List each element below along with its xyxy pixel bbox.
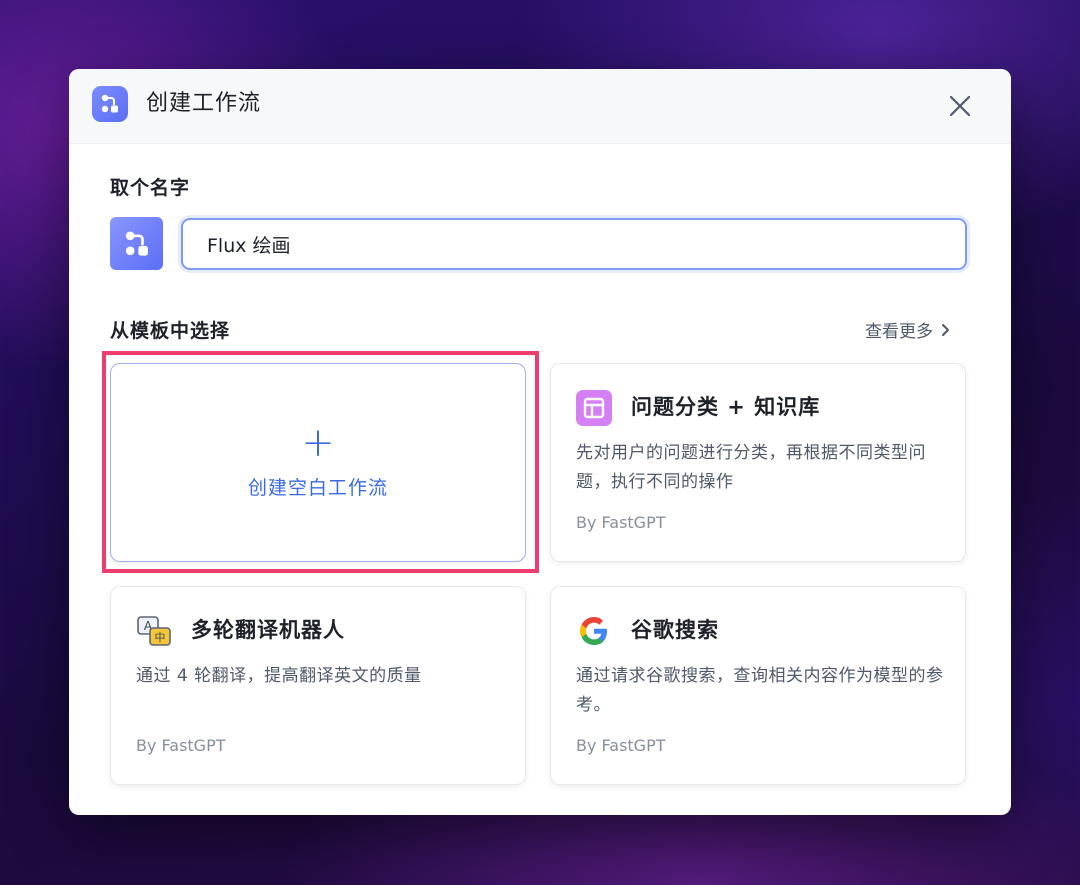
dialog-title: 创建工作流 (146, 91, 262, 116)
template-author: By FastGPT (136, 736, 226, 755)
translate-icon: A 中 (136, 613, 172, 649)
plus-icon: + (301, 420, 335, 466)
chevron-right-icon (942, 323, 949, 336)
close-button[interactable] (943, 89, 977, 123)
close-icon (949, 95, 971, 117)
template-card-google-search[interactable]: 谷歌搜索 通过请求谷歌搜索，查询相关内容作为模型的参考。 By FastGPT (550, 586, 966, 785)
create-blank-workflow-label: 创建空白工作流 (247, 477, 388, 499)
template-section-label: 从模板中选择 (110, 320, 231, 342)
template-card-classify-knowledge[interactable]: 问题分类 + 知识库 先对用户的问题进行分类，再根据不同类型问题，执行不同的操作… (550, 363, 966, 562)
workflow-name-input[interactable] (181, 218, 967, 270)
template-title: 谷歌搜索 (631, 618, 719, 642)
template-author: By FastGPT (576, 736, 666, 755)
google-icon (576, 613, 612, 649)
dialog-header: 创建工作流 (69, 69, 1011, 144)
create-blank-workflow-card[interactable]: + 创建空白工作流 (110, 363, 526, 562)
template-title: 问题分类 + 知识库 (631, 395, 821, 419)
template-description: 先对用户的问题进行分类，再根据不同类型问题，执行不同的操作 (576, 443, 926, 492)
translate-icon-cjk-glyph: 中 (155, 631, 166, 644)
template-author: By FastGPT (576, 513, 666, 532)
template-card-multi-translate[interactable]: A 中 多轮翻译机器人 通过 4 轮翻译，提高翻译英文的质量 By FastGP… (110, 586, 526, 785)
name-section-label: 取个名字 (110, 177, 191, 199)
layout-grid-icon (576, 390, 612, 426)
template-description: 通过请求谷歌搜索，查询相关内容作为模型的参考。 (576, 666, 944, 715)
template-description: 通过 4 轮翻译，提高翻译英文的质量 (136, 666, 422, 686)
workflow-avatar-picker[interactable] (110, 217, 163, 270)
see-more-label: 查看更多 (865, 322, 933, 342)
create-workflow-dialog: 创建工作流 取个名字 从模板中选择 查看更多 + 创建空白工作流 (69, 69, 1011, 815)
workflow-icon (92, 86, 128, 122)
see-more-link[interactable]: 查看更多 (865, 317, 951, 342)
template-title: 多轮翻译机器人 (191, 618, 345, 642)
workflow-icon (125, 230, 148, 256)
